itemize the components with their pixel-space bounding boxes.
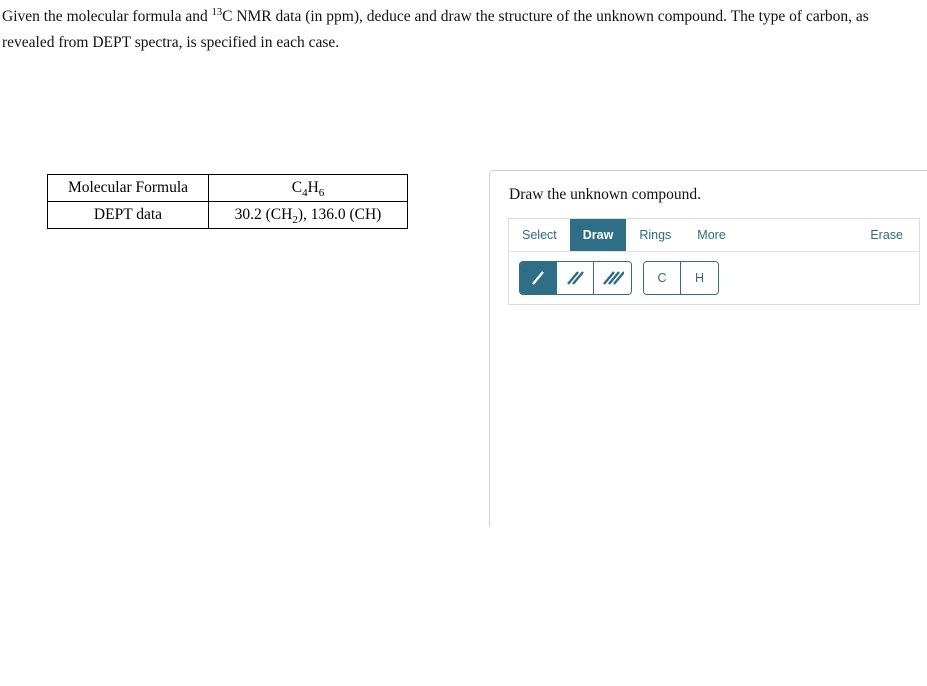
element-button-hydrogen[interactable]: H bbox=[681, 262, 718, 294]
table-row: DEPT data 30.2 (CH2), 136.0 (CH) bbox=[47, 201, 408, 229]
single-bond-icon bbox=[532, 271, 544, 285]
tab-bar-spacer bbox=[739, 219, 858, 251]
molecule-sketcher: Select Draw Rings More Erase C H bbox=[508, 218, 920, 305]
dept-second-shift: ), 136.0 (CH) bbox=[297, 206, 382, 223]
tab-draw[interactable]: Draw bbox=[569, 219, 627, 251]
element-label-carbon: C bbox=[657, 271, 667, 285]
drawing-canvas[interactable] bbox=[491, 311, 927, 527]
isotope-superscript: 13 bbox=[211, 6, 223, 18]
row-value-dept-data: 30.2 (CH2), 136.0 (CH) bbox=[208, 201, 408, 229]
element-tool-group: C H bbox=[643, 261, 719, 295]
bond-tool-group bbox=[519, 261, 632, 295]
panel-instruction: Draw the unknown compound. bbox=[509, 186, 701, 203]
triple-bond-icon bbox=[602, 271, 624, 285]
row-label-dept-data: DEPT data bbox=[47, 201, 209, 229]
single-bond-button[interactable] bbox=[520, 262, 557, 294]
formula-c: C bbox=[291, 179, 303, 196]
row-label-molecular-formula: Molecular Formula bbox=[47, 174, 209, 202]
tab-more[interactable]: More bbox=[684, 219, 739, 251]
sketcher-tool-row: C H bbox=[509, 252, 919, 304]
double-bond-icon bbox=[567, 271, 584, 285]
tab-rings[interactable]: Rings bbox=[626, 219, 685, 251]
double-bond-button[interactable] bbox=[557, 262, 594, 294]
table-row: Molecular Formula C4H6 bbox=[47, 174, 408, 202]
question-prompt: Given the molecular formula and 13C NMR … bbox=[2, 4, 924, 56]
element-button-carbon[interactable]: C bbox=[644, 262, 681, 294]
formula-h-count: 6 bbox=[318, 187, 325, 200]
vertical-scrollbar-track[interactable] bbox=[906, 170, 920, 527]
row-value-molecular-formula: C4H6 bbox=[208, 174, 408, 202]
prompt-text-before-isotope: Given the molecular formula and bbox=[2, 8, 212, 25]
dept-first-shift: 30.2 (CH bbox=[234, 206, 293, 223]
element-label-hydrogen: H bbox=[694, 271, 705, 285]
tab-select[interactable]: Select bbox=[509, 219, 570, 251]
sketcher-tab-bar: Select Draw Rings More Erase bbox=[509, 219, 919, 252]
molecular-data-table: Molecular Formula C4H6 DEPT data 30.2 (C… bbox=[47, 174, 408, 229]
triple-bond-button[interactable] bbox=[594, 262, 631, 294]
answer-panel: Draw the unknown compound. Select Draw R… bbox=[489, 170, 927, 527]
formula-h: H bbox=[307, 179, 319, 196]
